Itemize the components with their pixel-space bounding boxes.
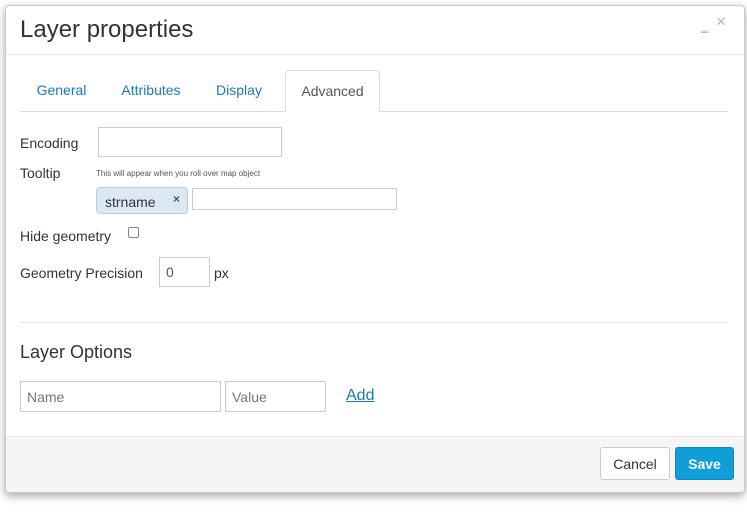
encoding-input[interactable]	[98, 127, 282, 157]
tab-general[interactable]: General	[20, 70, 103, 110]
dialog-title: Layer properties	[20, 16, 194, 43]
section-divider	[20, 322, 728, 323]
tab-attributes[interactable]: Attributes	[107, 70, 195, 110]
save-button[interactable]: Save	[675, 447, 734, 480]
tab-bar: General Attributes Display Advanced	[20, 70, 728, 112]
dialog-header: Layer properties ‗ ×	[6, 6, 744, 55]
layer-options-title: Layer Options	[20, 342, 133, 362]
hide-geometry-checkbox[interactable]	[128, 227, 139, 238]
close-icon[interactable]: ×	[716, 13, 726, 30]
tooltip-input[interactable]	[192, 188, 397, 210]
option-value-input[interactable]	[225, 381, 326, 412]
precision-input[interactable]	[159, 257, 210, 287]
tooltip-label: Tooltip	[20, 165, 61, 181]
cancel-button[interactable]: Cancel	[600, 447, 670, 480]
tab-advanced[interactable]: Advanced	[285, 70, 380, 112]
tag-remove-icon[interactable]: ×	[173, 192, 180, 206]
minimize-icon[interactable]: ‗	[701, 18, 708, 34]
option-name-input[interactable]	[20, 381, 221, 412]
add-option-link[interactable]: Add	[346, 387, 374, 405]
tooltip-tag: strname ×	[96, 187, 188, 214]
tab-display[interactable]: Display	[199, 70, 279, 110]
precision-unit: px	[214, 265, 229, 281]
tooltip-help-text: This will appear when you roll over map …	[96, 169, 261, 178]
dialog-footer: Cancel Save	[6, 436, 744, 492]
encoding-label: Encoding	[20, 135, 79, 151]
layer-properties-dialog: Layer properties ‗ × General Attributes …	[5, 5, 745, 493]
precision-label: Geometry Precision	[20, 265, 143, 281]
hide-geometry-label: Hide geometry	[20, 228, 112, 244]
tooltip-tag-label: strname	[105, 194, 156, 210]
